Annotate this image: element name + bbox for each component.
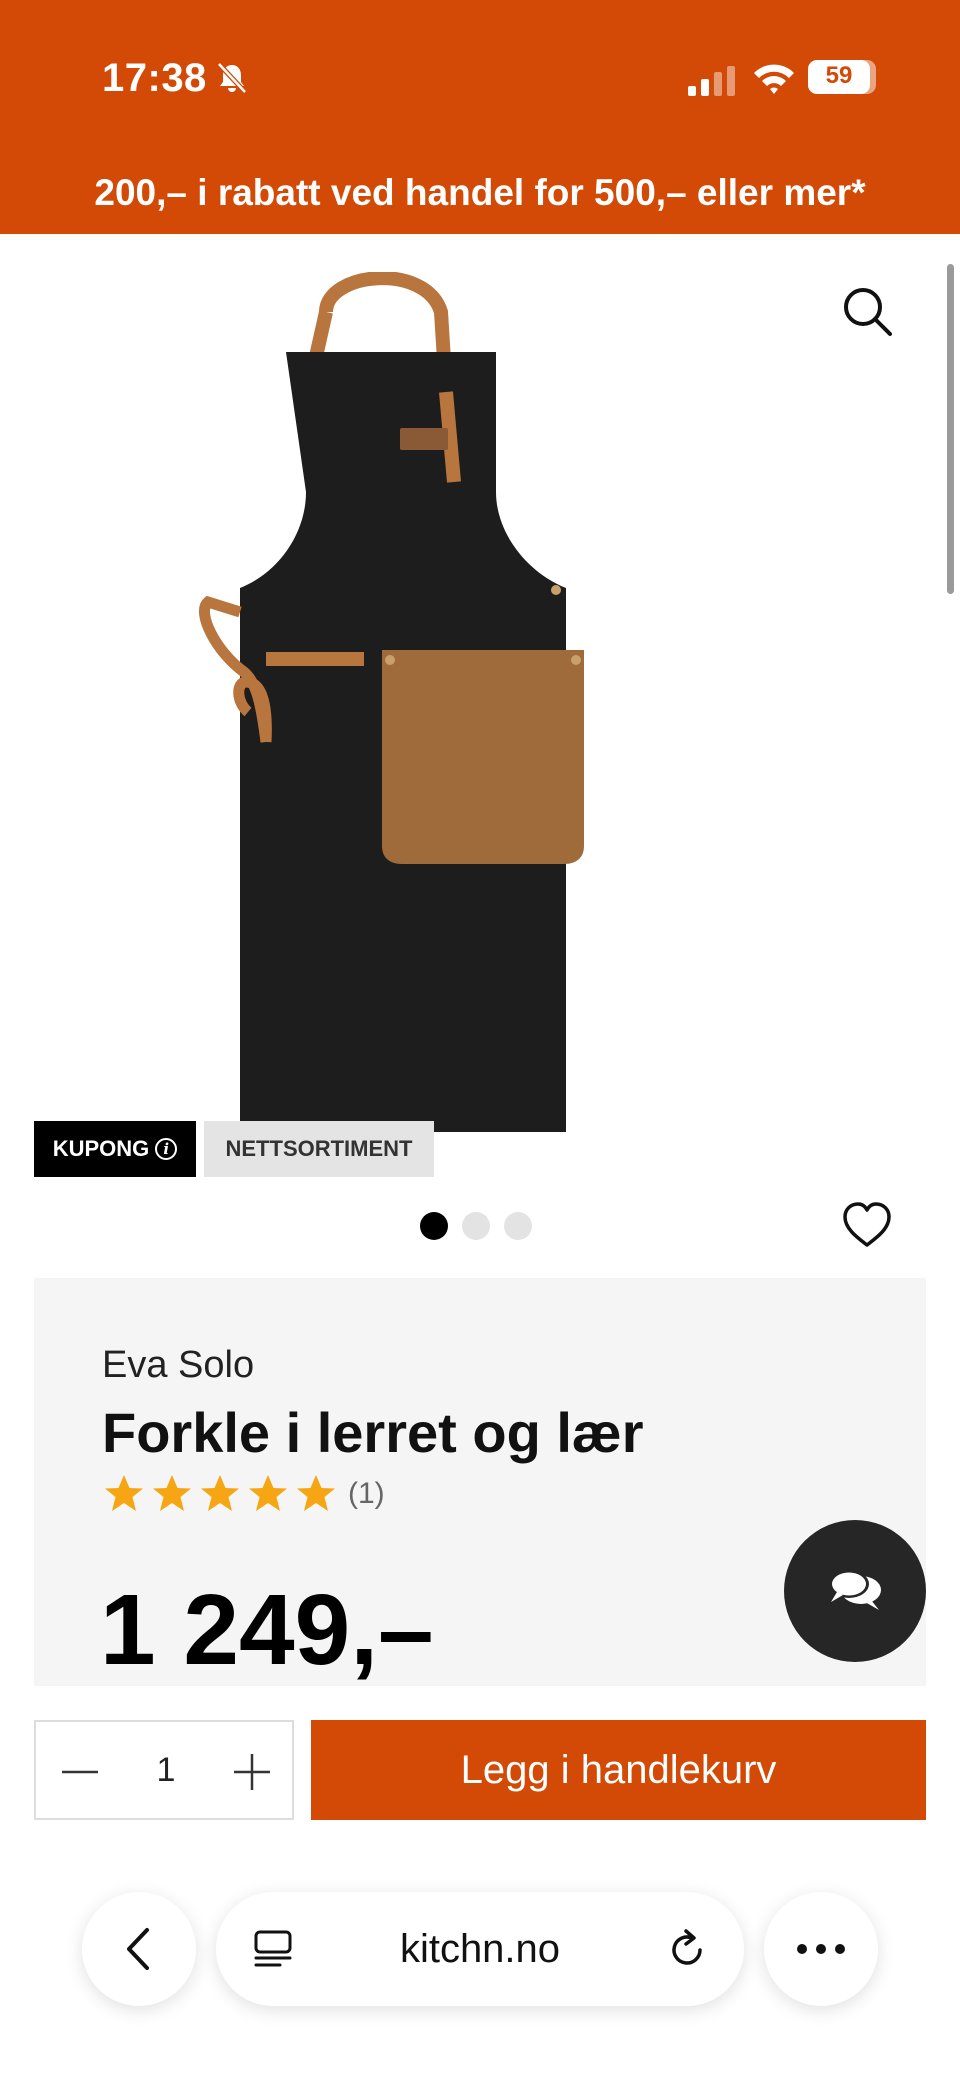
product-brand[interactable]: Eva Solo: [102, 1344, 254, 1387]
nettsortiment-badge: NETTSORTIMENT: [204, 1121, 434, 1177]
browser-toolbar: kitchn.no: [0, 1860, 960, 2087]
signal-icon: [688, 66, 735, 96]
star-icon: [249, 1475, 287, 1511]
gallery-pagination[interactable]: [420, 1212, 532, 1242]
battery-icon: 59: [808, 60, 876, 94]
quantity-stepper[interactable]: 1: [34, 1720, 294, 1820]
address-bar[interactable]: kitchn.no: [216, 1892, 744, 2006]
more-icon: [797, 1944, 845, 1954]
chat-button[interactable]: [784, 1520, 926, 1662]
back-button[interactable]: [82, 1892, 196, 2006]
gallery-dot-2[interactable]: [462, 1212, 490, 1240]
minus-icon: [62, 1770, 98, 1774]
plus-icon: [234, 1754, 270, 1790]
star-icon: [297, 1475, 335, 1511]
gallery-dot-1[interactable]: [420, 1212, 448, 1240]
promo-banner[interactable]: 200,– i rabatt ved handel for 500,– elle…: [0, 160, 960, 226]
wifi-icon: [754, 64, 794, 94]
chat-icon: [829, 1570, 881, 1610]
star-icon: [153, 1475, 191, 1511]
scrollbar[interactable]: [947, 264, 954, 594]
kupong-label: KUPONG: [52, 1136, 150, 1161]
quantity-increase-button[interactable]: [222, 1742, 282, 1802]
star-icon: [105, 1475, 143, 1511]
search-icon[interactable]: [840, 284, 894, 338]
quantity-value[interactable]: 1: [136, 1722, 196, 1818]
kupong-badge[interactable]: KUPONG i: [34, 1121, 196, 1177]
product-rating[interactable]: (1): [102, 1472, 385, 1516]
product-title: Forkle i lerret og lær: [102, 1401, 644, 1464]
add-to-cart-button[interactable]: Legg i handlekurv: [311, 1720, 926, 1820]
reload-icon[interactable]: [664, 1926, 710, 1972]
heart-icon[interactable]: [840, 1198, 894, 1252]
star-icon: [201, 1475, 239, 1511]
quantity-decrease-button[interactable]: [50, 1742, 110, 1802]
chevron-left-icon: [127, 1928, 149, 1970]
review-count[interactable]: (1): [348, 1477, 385, 1511]
product-price: 1 249,–: [100, 1574, 434, 1686]
status-time: 17:38: [102, 56, 207, 100]
gallery-dot-3[interactable]: [504, 1212, 532, 1240]
battery-level: 59: [825, 62, 853, 89]
bell-slash-icon: [217, 62, 247, 94]
product-image[interactable]: [196, 272, 756, 1132]
product-gallery[interactable]: [0, 234, 960, 1244]
more-button[interactable]: [764, 1892, 878, 2006]
status-bar: 17:38 59: [0, 0, 960, 150]
info-icon[interactable]: i: [155, 1138, 178, 1160]
